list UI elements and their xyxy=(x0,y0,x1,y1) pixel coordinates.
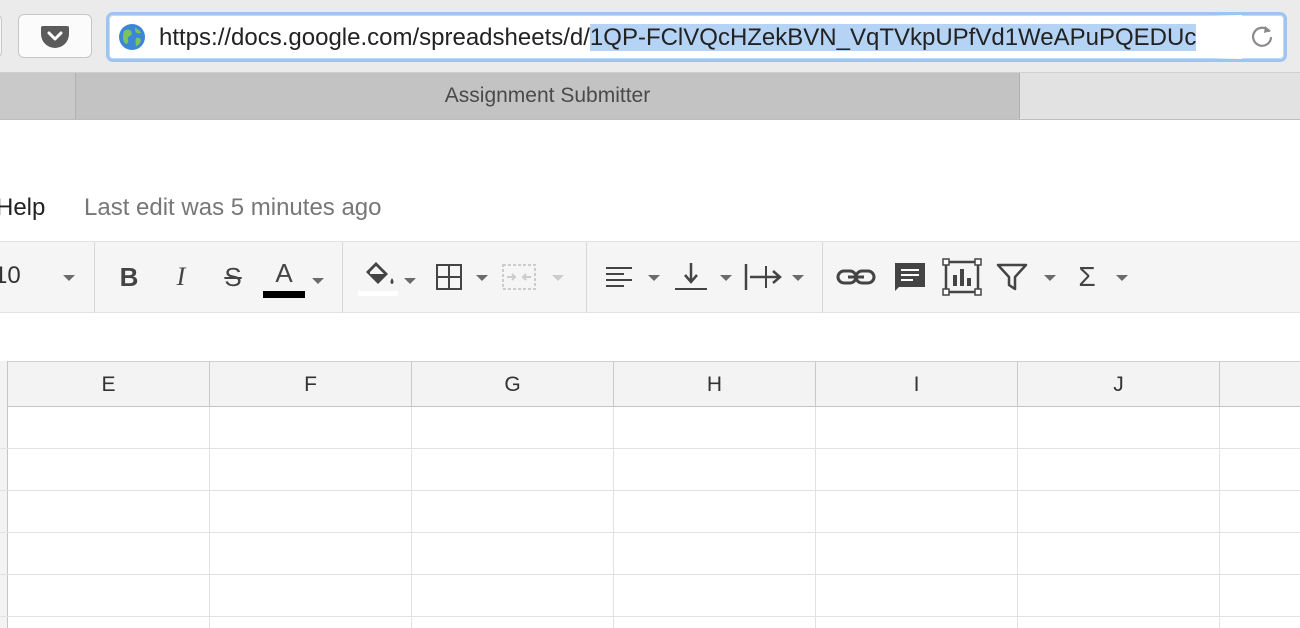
table-row[interactable] xyxy=(0,407,1300,449)
grid-line xyxy=(613,407,614,628)
column-header[interactable] xyxy=(1220,362,1300,407)
grid-line xyxy=(1017,407,1018,628)
comment-icon xyxy=(895,263,925,291)
table-row[interactable] xyxy=(0,449,1300,491)
tab-previous[interactable] xyxy=(0,73,76,119)
browser-toolbar: https://docs.google.com/spreadsheets/d/1… xyxy=(0,0,1300,73)
grid-rows xyxy=(0,407,1300,628)
tab-title: Assignment Submitter xyxy=(444,84,651,107)
url-text: https://docs.google.com/spreadsheets/d/1… xyxy=(159,24,1197,52)
text-color-swatch xyxy=(263,291,305,298)
menu-bar: Help Last edit was 5 minutes ago xyxy=(0,188,1300,232)
last-edit-status[interactable]: Last edit was 5 minutes ago xyxy=(84,194,382,222)
borders-button[interactable] xyxy=(432,256,466,298)
toolbar-separator xyxy=(586,242,587,314)
bold-button[interactable]: B xyxy=(112,256,146,298)
fill-color-button[interactable] xyxy=(356,256,400,298)
text-color-icon: A xyxy=(275,257,293,288)
address-bar[interactable]: https://docs.google.com/spreadsheets/d/1… xyxy=(106,12,1287,62)
filter-caret[interactable] xyxy=(1044,275,1056,281)
bold-icon: B xyxy=(119,261,139,292)
font-size-caret[interactable] xyxy=(63,275,75,281)
grid-line xyxy=(1219,407,1220,628)
tab-next[interactable] xyxy=(1020,73,1300,119)
grid-line xyxy=(815,407,816,628)
horizontal-align-button[interactable] xyxy=(602,256,636,298)
text-wrapping-caret[interactable] xyxy=(792,275,804,281)
insert-chart-button[interactable] xyxy=(942,256,982,298)
text-overflow-icon xyxy=(744,264,782,290)
fill-color-caret[interactable] xyxy=(404,278,416,284)
align-left-icon xyxy=(606,267,632,287)
text-wrapping-button[interactable] xyxy=(744,256,784,298)
paint-bucket-icon xyxy=(358,262,398,296)
toolbar-separator xyxy=(94,242,95,314)
filter-icon xyxy=(996,263,1028,291)
strikethrough-button[interactable]: S xyxy=(216,256,250,298)
back-button[interactable] xyxy=(0,14,2,58)
borders-caret[interactable] xyxy=(476,275,488,281)
table-row[interactable] xyxy=(0,491,1300,533)
column-header[interactable]: E xyxy=(8,362,210,407)
column-header[interactable]: G xyxy=(412,362,614,407)
align-bottom-icon xyxy=(675,263,707,290)
column-header[interactable]: H xyxy=(614,362,816,407)
vertical-align-caret[interactable] xyxy=(720,275,732,281)
chart-icon xyxy=(942,258,982,296)
pocket-button[interactable] xyxy=(18,14,92,58)
merge-cells-caret xyxy=(552,275,564,281)
grid-line xyxy=(209,407,210,628)
merge-cells-button xyxy=(500,256,538,298)
table-row[interactable] xyxy=(0,575,1300,617)
column-header-row: E F G H I J xyxy=(0,361,1300,407)
insert-link-button[interactable] xyxy=(836,256,876,298)
table-row[interactable] xyxy=(0,617,1300,628)
sigma-icon: Σ xyxy=(1078,261,1096,292)
toolbar-separator xyxy=(822,242,823,314)
table-row[interactable] xyxy=(0,533,1300,575)
borders-icon xyxy=(436,264,462,290)
strikethrough-icon: S xyxy=(224,261,242,292)
horizontal-align-caret[interactable] xyxy=(648,275,660,281)
italic-icon: I xyxy=(176,262,186,291)
insert-comment-button[interactable] xyxy=(892,256,928,298)
functions-button[interactable]: Σ xyxy=(1072,256,1102,298)
url-prefix: https://docs.google.com/spreadsheets/d/ xyxy=(159,24,590,51)
link-icon xyxy=(836,269,876,285)
vertical-align-button[interactable] xyxy=(674,256,708,298)
grid-line xyxy=(411,407,412,628)
text-color-caret[interactable] xyxy=(312,278,324,284)
tab-strip: Assignment Submitter xyxy=(0,73,1300,120)
toolbar-separator xyxy=(342,242,343,314)
formula-bar[interactable] xyxy=(0,313,1300,361)
tab-assignment-submitter[interactable]: Assignment Submitter xyxy=(76,73,1020,119)
column-header[interactable]: J xyxy=(1018,362,1220,407)
menu-help[interactable]: Help xyxy=(0,194,45,222)
functions-caret[interactable] xyxy=(1116,275,1128,281)
formatting-toolbar: 10 B I S A Σ xyxy=(0,241,1300,314)
spreadsheet-grid: E F G H I J xyxy=(0,361,1300,628)
globe-icon xyxy=(119,24,145,50)
font-size-value[interactable]: 10 xyxy=(0,262,21,290)
url-selected-text: 1QP-FClVQcHZekBVN_VqTVkpUPfVd1WeAPuPQEDU… xyxy=(589,24,1197,51)
pocket-icon xyxy=(41,26,69,48)
column-header[interactable]: I xyxy=(816,362,1018,407)
url-fade xyxy=(1212,15,1242,59)
filter-button[interactable] xyxy=(994,256,1030,298)
column-header[interactable]: F xyxy=(210,362,412,407)
merge-cells-icon xyxy=(502,264,536,290)
italic-button[interactable]: I xyxy=(164,256,198,298)
reload-icon[interactable] xyxy=(1248,23,1276,51)
